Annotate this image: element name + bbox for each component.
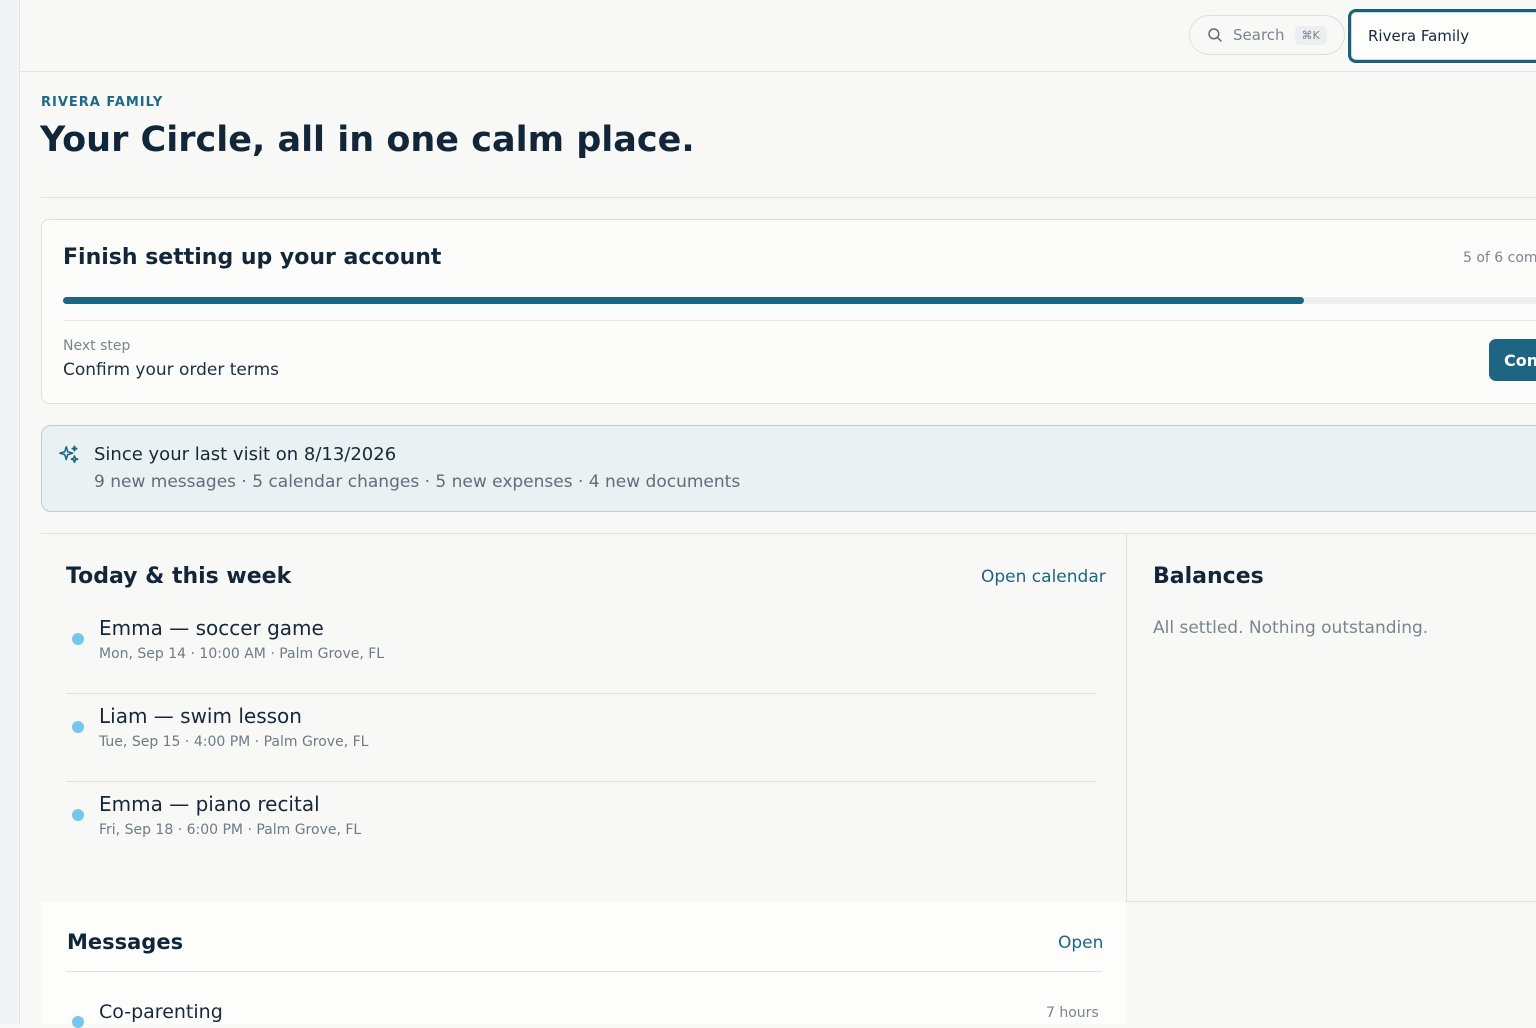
next-step-value: Confirm your order terms xyxy=(63,360,280,380)
page-eyebrow: RIVERA FAMILY xyxy=(41,95,164,110)
message-title: Co-parenting xyxy=(99,1001,223,1023)
balances-title: Balances xyxy=(1153,564,1264,589)
sparkle-icon xyxy=(59,445,79,464)
event-dot xyxy=(72,633,84,645)
event-meta: Fri, Sep 18 · 6:00 PM · Palm Grove, FL xyxy=(99,822,362,838)
search-shortcut: ⌘K xyxy=(1294,25,1327,45)
family-selector[interactable]: Rivera Family xyxy=(1348,9,1536,63)
event-dot xyxy=(72,721,84,733)
open-calendar-link[interactable]: Open calendar xyxy=(981,567,1106,587)
activity-banner: Since your last visit on 8/13/2026 9 new… xyxy=(41,425,1536,512)
balances-panel: Balances All settled. Nothing outstandin… xyxy=(1127,533,1536,902)
messages-divider xyxy=(66,971,1102,972)
event-title: Emma — soccer game xyxy=(99,616,324,640)
week-title: Today & this week xyxy=(66,564,292,589)
messages-title: Messages xyxy=(67,930,184,954)
activity-summary: 9 new messages · 5 calendar changes · 5 … xyxy=(94,472,741,492)
search-input[interactable]: Search ⌘K xyxy=(1189,15,1345,55)
setup-card: Finish setting up your account 5 of 6 co… xyxy=(41,219,1536,404)
message-time: 7 hours xyxy=(1046,1005,1099,1021)
search-icon xyxy=(1208,28,1222,42)
event-title: Emma — piano recital xyxy=(99,792,320,816)
setup-title: Finish setting up your account xyxy=(63,245,442,270)
open-messages-link[interactable]: Open xyxy=(1058,933,1103,953)
setup-count: 5 of 6 complete xyxy=(1463,250,1536,266)
event-meta: Mon, Sep 14 · 10:00 AM · Palm Grove, FL xyxy=(99,646,385,662)
next-step-label: Next step xyxy=(63,338,131,354)
week-panel: Today & this week Open calendar Emma — s… xyxy=(41,533,1127,902)
search-placeholder: Search xyxy=(1233,26,1285,44)
event-row[interactable]: Liam — swim lesson Tue, Sep 15 · 4:00 PM… xyxy=(66,694,1096,782)
setup-divider xyxy=(63,320,1536,321)
event-row[interactable]: Emma — piano recital Fri, Sep 18 · 6:00 … xyxy=(66,782,1096,870)
event-dot xyxy=(72,809,84,821)
setup-progress-fill xyxy=(63,297,1305,304)
event-meta: Tue, Sep 15 · 4:00 PM · Palm Grove, FL xyxy=(99,734,369,750)
message-dot xyxy=(72,1016,84,1028)
event-title: Liam — swim lesson xyxy=(99,704,302,728)
top-bar: Search ⌘K Rivera Family xyxy=(20,0,1536,72)
activity-title: Since your last visit on 8/13/2026 xyxy=(94,444,397,465)
continue-button[interactable]: Continue xyxy=(1489,339,1536,381)
balances-text: All settled. Nothing outstanding. xyxy=(1153,618,1429,638)
family-selector-value: Rivera Family xyxy=(1368,27,1470,45)
title-divider xyxy=(41,197,1536,198)
page-title: Your Circle, all in one calm place. xyxy=(40,120,695,160)
setup-progress-bar xyxy=(63,297,1536,304)
event-row[interactable]: Emma — soccer game Mon, Sep 14 · 10:00 A… xyxy=(66,606,1096,694)
messages-panel: Messages Open Co-parenting 7 hours xyxy=(41,902,1127,1028)
sidebar-edge xyxy=(0,0,20,1024)
